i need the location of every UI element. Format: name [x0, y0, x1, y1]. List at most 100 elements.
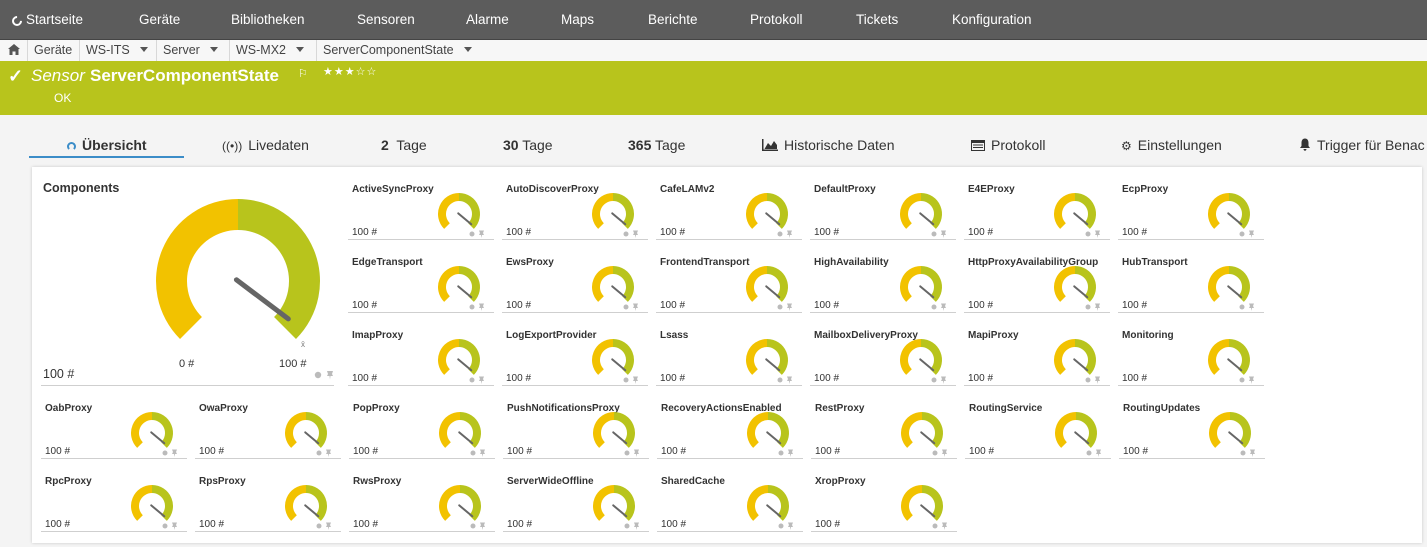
channel-gauge-card[interactable]: CafeLAMv2 100 # [656, 171, 802, 240]
gauge-needle [1073, 285, 1089, 299]
channel-gauge-card[interactable]: RpcProxy 100 # [41, 463, 187, 532]
pin-icon [1249, 303, 1254, 311]
channel-value: 100 # [968, 300, 994, 311]
channel-gauge [1054, 193, 1100, 238]
tab-number: 2 [381, 137, 389, 153]
channel-gauge-card[interactable]: HttpProxyAvailabilityGroup 100 # [964, 244, 1110, 313]
channel-gauge-card[interactable]: PopProxy 100 # [349, 390, 495, 459]
nav-bibliotheken[interactable]: Bibliotheken [231, 0, 305, 39]
breadcrumb-label: Geräte [34, 43, 73, 57]
channel-gauge-card[interactable]: RestProxy 100 # [811, 390, 957, 459]
tab-protokoll[interactable]: Protokoll [971, 130, 1045, 156]
tab-historische-daten[interactable]: Historische Daten [762, 130, 895, 156]
channel-name: EwsProxy [506, 257, 554, 268]
tab-livedaten[interactable]: ((•)) Livedaten [222, 130, 309, 156]
channel-value: 100 # [969, 446, 995, 457]
gear-icon [931, 304, 937, 310]
broadcast-icon: ((•)) [222, 139, 243, 153]
tab-trigger[interactable]: Trigger für Benac [1299, 130, 1425, 156]
tab-365-tage[interactable]: 365 Tage [628, 130, 685, 156]
tab-2-tage[interactable]: 2 Tage [381, 130, 427, 156]
channel-value: 100 # [815, 446, 841, 457]
gauge-warn-arc [900, 266, 921, 302]
channel-gauge-card[interactable]: MailboxDeliveryProxy 100 # [810, 317, 956, 386]
gauge-needle [458, 504, 474, 518]
channel-gauge-card[interactable]: DefaultProxy 100 # [810, 171, 956, 240]
gauge-needle [612, 431, 628, 445]
channel-gauge-card[interactable]: Monitoring 100 # [1118, 317, 1264, 386]
channel-name: RpsProxy [199, 476, 246, 487]
breadcrumb-item-ws-its[interactable]: WS-ITS [80, 40, 157, 61]
channel-gauge-card[interactable]: ImapProxy 100 # [348, 317, 494, 386]
gauge-warn-arc [438, 339, 459, 375]
channel-gauge-card[interactable]: PushNotificationsProxy 100 # [503, 390, 649, 459]
pin-icon [942, 522, 947, 530]
tab-uebersicht[interactable]: Übersicht [29, 130, 184, 158]
channel-gauge-card[interactable]: SharedCache 100 # [657, 463, 803, 532]
channel-gauge-card[interactable]: Lsass 100 # [656, 317, 802, 386]
channel-gauge-card[interactable]: FrontendTransport 100 # [656, 244, 802, 313]
pin-icon [480, 522, 485, 530]
nav-protokoll[interactable]: Protokoll [750, 0, 803, 39]
gauge-needle [919, 358, 935, 372]
nav-geraete[interactable]: Geräte [139, 0, 180, 39]
gauge-needle [1073, 358, 1089, 372]
channel-gauge-card[interactable]: OwaProxy 100 # [195, 390, 341, 459]
breadcrumb-home[interactable] [0, 40, 28, 61]
channel-gauge-card[interactable]: RoutingService 100 # [965, 390, 1111, 459]
channel-gauge-card[interactable]: LogExportProvider 100 # [502, 317, 648, 386]
breadcrumb-item-server[interactable]: Server [157, 40, 230, 61]
gear-icon [1239, 377, 1245, 383]
channel-gauge-card[interactable]: OabProxy 100 # [41, 390, 187, 459]
pin-icon [788, 449, 793, 457]
nav-startseite[interactable]: Startseite [9, 0, 83, 39]
channel-gauge-card[interactable]: XropProxy 100 # [811, 463, 957, 532]
channel-gauge-card[interactable]: ServerWideOffline 100 # [503, 463, 649, 532]
nav-tickets[interactable]: Tickets [856, 0, 898, 39]
channel-gauge-card[interactable]: EwsProxy 100 # [502, 244, 648, 313]
tab-30-tage[interactable]: 30 Tage [503, 130, 553, 156]
main-gauge-min-label: 0 # [179, 358, 195, 370]
gear-icon [469, 377, 475, 383]
nav-alarme[interactable]: Alarme [466, 0, 509, 39]
channel-gauge-card[interactable]: EcpProxy 100 # [1118, 171, 1264, 240]
channel-gauge-card[interactable]: MapiProxy 100 # [964, 317, 1110, 386]
gauge-needle [611, 285, 627, 299]
tab-einstellungen[interactable]: ⚙ Einstellungen [1121, 130, 1222, 156]
channel-gauge [593, 412, 639, 457]
channel-gauge-card[interactable]: RwsProxy 100 # [349, 463, 495, 532]
channel-value: 100 # [814, 300, 840, 311]
channel-name: RoutingService [969, 403, 1043, 414]
channel-gauge-card[interactable]: RoutingUpdates 100 # [1119, 390, 1265, 459]
flag-icon[interactable]: ⚐ [298, 67, 308, 80]
nav-konfiguration[interactable]: Konfiguration [952, 0, 1032, 39]
channel-gauge-card[interactable]: HighAvailability 100 # [810, 244, 956, 313]
channel-value: 100 # [661, 519, 687, 530]
breadcrumb-item-ws-mx2[interactable]: WS-MX2 [230, 40, 317, 61]
channel-value: 100 # [507, 446, 533, 457]
channel-gauge-card[interactable]: EdgeTransport 100 # [348, 244, 494, 313]
gauge-needle [611, 212, 627, 226]
main-gauge-card: Components x̄ 0 # 100 # 100 # [41, 177, 334, 386]
channel-gauge-card[interactable]: HubTransport 100 # [1118, 244, 1264, 313]
nav-maps[interactable]: Maps [561, 0, 594, 39]
nav-berichte[interactable]: Berichte [648, 0, 698, 39]
channel-gauge-card[interactable]: ActiveSyncProxy 100 # [348, 171, 494, 240]
channel-gauge-card[interactable]: AutoDiscoverProxy 100 # [502, 171, 648, 240]
gear-icon [1085, 304, 1091, 310]
gauge-warn-arc [747, 412, 768, 448]
gear-icon [470, 450, 476, 456]
priority-stars[interactable]: ★★★☆☆ [323, 65, 377, 78]
tab-label: Livedaten [248, 137, 309, 153]
gauge-ok-arc [238, 199, 320, 339]
nav-sensoren[interactable]: Sensoren [357, 0, 415, 39]
bell-icon [1300, 138, 1310, 151]
breadcrumb-item-servercomponentstate[interactable]: ServerComponentState [317, 40, 487, 61]
gauge-warn-arc [285, 412, 306, 448]
breadcrumb-item-geraete[interactable]: Geräte [28, 40, 80, 61]
gear-icon [162, 450, 168, 456]
channel-gauge-card[interactable]: RecoveryActionsEnabled 100 # [657, 390, 803, 459]
channel-gauge-card[interactable]: E4EProxy 100 # [964, 171, 1110, 240]
channel-gauge [592, 339, 638, 384]
channel-gauge-card[interactable]: RpsProxy 100 # [195, 463, 341, 532]
